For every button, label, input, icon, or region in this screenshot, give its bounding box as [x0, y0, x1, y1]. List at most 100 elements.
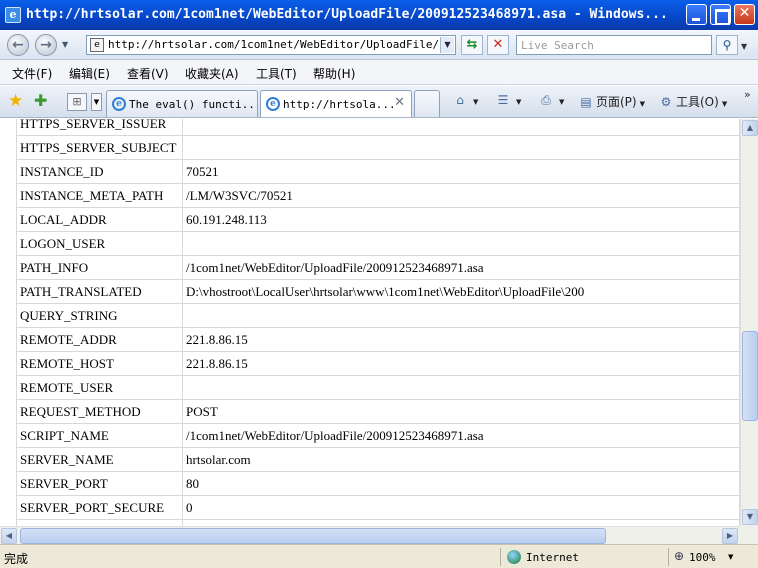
search-box[interactable]: Live Search [516, 35, 712, 55]
print-button[interactable]: ⎙ ▼ [538, 93, 564, 108]
title-bar: e http://hrtsolar.com/1com1net/WebEditor… [0, 0, 758, 30]
status-divider [668, 548, 669, 566]
menu-favorites[interactable]: 收藏夹(A) [185, 65, 239, 82]
variable-name: REMOTE_ADDR [16, 327, 183, 352]
address-input[interactable]: http://hrtsolar.com/1com1net/WebEditor/U… [108, 38, 438, 51]
stop-icon: ✕ [492, 37, 504, 52]
menu-file[interactable]: 文件(F) [12, 65, 52, 82]
address-toolbar: ← → ▼ e http://hrtsolar.com/1com1net/Web… [0, 30, 758, 60]
variable-name: HTTPS_SERVER_ISSUER [16, 119, 183, 136]
variable-value: 221.8.86.15 [182, 327, 740, 352]
menu-view[interactable]: 查看(V) [127, 65, 169, 82]
scroll-down-button[interactable]: ▼ [742, 509, 758, 525]
variable-value: 60.191.248.113 [182, 207, 740, 232]
forward-button[interactable]: → [35, 34, 57, 56]
recent-pages-dropdown[interactable]: ▼ [62, 40, 68, 49]
scroll-right-button[interactable]: ▶ [722, 528, 738, 544]
close-tab-icon[interactable]: ✕ [394, 95, 405, 110]
address-bar[interactable]: e http://hrtsolar.com/1com1net/WebEditor… [86, 35, 456, 55]
table-row: SCRIPT_NAME/1com1net/WebEditor/UploadFil… [16, 423, 740, 448]
variable-name: LOCAL_ADDR [16, 207, 183, 232]
ie-page-icon: e [112, 97, 126, 111]
tools-menu-button[interactable]: ⚙ 工具(O) ▼ [658, 93, 728, 110]
status-bar: 完成 Internet ⊕ 100% ▼ [0, 544, 758, 568]
close-button[interactable]: ✕ [734, 4, 755, 25]
table-row: HTTPS_SERVER_ISSUER [16, 119, 740, 136]
variable-value: 0 [182, 495, 740, 520]
menu-help[interactable]: 帮助(H) [313, 65, 355, 82]
stop-button[interactable]: ✕ [487, 35, 509, 55]
variable-value: /1com1net/WebEditor/UploadFile/200912523… [182, 423, 740, 448]
table-row: PATH_TRANSLATED D:\vhostroot\LocalUser\hr… [16, 279, 740, 304]
menu-edit[interactable]: 编辑(E) [69, 65, 110, 82]
feeds-button[interactable]: ☰ ▼ [495, 93, 522, 107]
table-row: REMOTE_ADDR 221.8.86.15 [16, 327, 740, 352]
variable-name: HTTPS_SERVER_SUBJECT [16, 135, 183, 160]
zoom-icon[interactable]: ⊕ [674, 549, 684, 563]
variable-value: hrtsolar.com [182, 447, 740, 472]
scrollbar-corner [740, 526, 758, 544]
variable-name: LOGON_USER [16, 231, 183, 256]
back-button[interactable]: ← [7, 34, 29, 56]
variable-name: PATH_TRANSLATED [16, 279, 183, 304]
minimize-button[interactable] [686, 4, 707, 25]
table-row: QUERY_STRING [16, 303, 740, 328]
variable-value: /1com1net/WebEditor/UploadFile/200912523… [182, 255, 740, 280]
page-menu-button[interactable]: ▤ 页面(P) ▼ [578, 93, 645, 110]
more-commands-icon[interactable]: » [744, 88, 751, 101]
search-icon: ⚲ [722, 38, 732, 52]
variable-value [182, 119, 740, 136]
ie-page-icon: e [266, 97, 280, 111]
menu-tools[interactable]: 工具(T) [256, 65, 297, 82]
scroll-left-button[interactable]: ◀ [1, 528, 17, 544]
new-tab-button[interactable] [414, 90, 440, 117]
printer-icon: ⎙ [541, 93, 551, 107]
table-row: SERVER_PORT_SECURE 0 [16, 495, 740, 520]
forward-arrow-icon: → [40, 37, 52, 53]
refresh-icon: ⇆ [466, 37, 478, 52]
tab-list-dropdown[interactable]: ▼ [91, 93, 102, 111]
status-text: 完成 [4, 552, 29, 566]
vertical-scroll-thumb[interactable] [742, 331, 758, 421]
server-variables-table: HTTPS_SERVER_ISSUER HTTPS_SERVER_SUBJECT I… [16, 119, 740, 526]
search-input[interactable]: Live Search [521, 39, 594, 52]
tab-eval[interactable]: e The eval() functi... [106, 90, 258, 117]
status-divider [500, 548, 501, 566]
variable-name: INSTANCE_META_PATH [16, 183, 183, 208]
table-row: REQUEST_METHOD POST [16, 399, 740, 424]
table-row: LOCAL_ADDR 60.191.248.113 [16, 207, 740, 232]
search-options-dropdown[interactable]: ▼ [741, 42, 747, 51]
quick-tabs-button[interactable]: ⊞ [67, 93, 87, 111]
page-menu-label: 页面(P) [596, 95, 637, 109]
back-arrow-icon: ← [12, 37, 24, 53]
add-favorite-icon[interactable]: ✚ [34, 91, 47, 110]
variable-value [182, 135, 740, 160]
close-icon: ✕ [738, 5, 751, 21]
variable-value: 80 [182, 471, 740, 496]
home-button[interactable]: ⌂ ▼ [452, 93, 478, 107]
zoom-dropdown[interactable]: ▼ [728, 553, 733, 561]
maximize-button[interactable] [710, 4, 731, 25]
horizontal-scroll-thumb[interactable] [20, 528, 606, 544]
vertical-scrollbar[interactable]: ▲ ▼ [740, 119, 758, 526]
variable-value [182, 231, 740, 256]
table-row: SERVER_PORT 80 [16, 471, 740, 496]
variable-name: INSTANCE_ID [16, 159, 183, 184]
address-dropdown[interactable]: ▼ [440, 37, 454, 53]
search-button[interactable]: ⚲ [716, 35, 738, 55]
variable-name: SERVER_PORT_SECURE [16, 495, 183, 520]
favorites-star-icon[interactable]: ★ [8, 91, 23, 111]
variable-name: REMOTE_USER [16, 375, 183, 400]
tab-hrtsolar[interactable]: e http://hrtsola... ✕ [260, 90, 412, 117]
table-row: INSTANCE_ID 70521 [16, 159, 740, 184]
scroll-up-button[interactable]: ▲ [742, 120, 758, 136]
zoom-level[interactable]: 100% [689, 551, 716, 564]
table-row: LOGON_USER [16, 231, 740, 256]
rss-icon: ☰ [497, 93, 509, 107]
horizontal-scrollbar[interactable]: ◀ ▶ [0, 526, 740, 544]
refresh-button[interactable]: ⇆ [461, 35, 483, 55]
variable-value: POST [182, 399, 740, 424]
variable-value [182, 303, 740, 328]
security-zone: Internet [526, 551, 579, 564]
page-icon: e [90, 38, 104, 52]
